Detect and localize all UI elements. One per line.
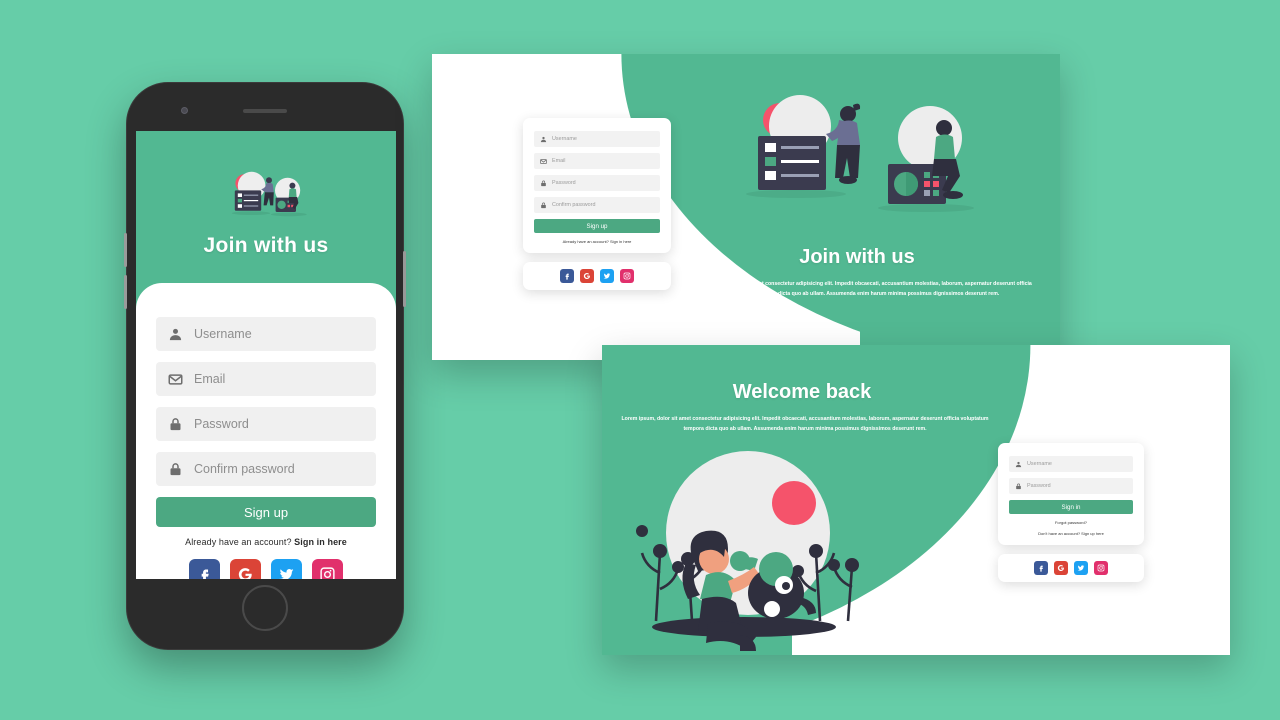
email-field[interactable]: Email: [156, 362, 376, 396]
user-icon: [540, 136, 547, 142]
username-placeholder: Username: [552, 136, 577, 142]
mobile-signup-form: Username Email Password Confirm password…: [136, 283, 396, 579]
desktop-signup-hero: Join with us Lorem ipsum, dolor sit amet…: [660, 54, 1060, 360]
username-field[interactable]: Username: [534, 131, 660, 147]
confirm-password-field[interactable]: Confirm password: [156, 452, 376, 486]
desktop-signin-panel: Welcome back Lorem ipsum, dolor sit amet…: [602, 345, 1230, 655]
social-login-row: [523, 262, 671, 290]
confirm-password-placeholder: Confirm password: [194, 462, 295, 476]
desktop-signup-card: Username Email Password Confirm password…: [523, 118, 671, 253]
username-placeholder: Username: [194, 327, 252, 341]
username-field[interactable]: Username: [1009, 456, 1133, 472]
envelope-icon: [168, 373, 183, 385]
password-placeholder: Password: [194, 417, 249, 431]
email-placeholder: Email: [552, 158, 566, 164]
phone-camera-icon: [181, 107, 188, 114]
envelope-icon: [540, 158, 547, 164]
desktop-signup-panel: Join with us Lorem ipsum, dolor sit amet…: [432, 54, 1060, 360]
lock-icon: [541, 180, 546, 186]
email-placeholder: Email: [194, 372, 226, 386]
desktop-signin-title: Welcome back: [732, 381, 872, 403]
instagram-icon: [623, 272, 631, 280]
signin-link[interactable]: Sign in here: [294, 537, 347, 547]
server-people-illustration: [231, 171, 307, 217]
desktop-signin-description: Lorem ipsum, dolor sit amet consectetur …: [621, 416, 989, 432]
desktop-signup-title: Join with us: [799, 246, 915, 268]
twitter-icon: [279, 569, 294, 579]
instagram-button[interactable]: [620, 269, 634, 283]
instagram-button[interactable]: [312, 559, 343, 579]
phone-mockup: Join with us Username Email Password Con…: [124, 82, 406, 650]
lock-icon: [1016, 483, 1021, 489]
woman-plant-illustration: [636, 451, 859, 651]
screenshot-stage: Join with us Username Email Password Con…: [0, 0, 1280, 720]
email-field[interactable]: Email: [534, 153, 660, 169]
forgot-password-link[interactable]: Forgot password?: [1009, 520, 1133, 525]
phone-power-button[interactable]: [403, 251, 406, 307]
desktop-signin-form-wrap: Username Password Sign in Forgot passwor…: [998, 443, 1144, 582]
mobile-hero: Join with us: [136, 131, 396, 291]
signup-button[interactable]: Sign up: [156, 497, 376, 527]
desktop-signin-card: Username Password Sign in Forgot passwor…: [998, 443, 1144, 545]
facebook-button[interactable]: [189, 559, 220, 579]
google-button[interactable]: [580, 269, 594, 283]
twitter-icon: [603, 273, 611, 279]
signup-button[interactable]: Sign up: [534, 219, 660, 233]
signin-button[interactable]: Sign in: [1009, 500, 1133, 514]
password-field[interactable]: Password: [534, 175, 660, 191]
server-people-illustration: [746, 95, 974, 212]
mobile-hero-title: Join with us: [203, 234, 329, 257]
username-field[interactable]: Username: [156, 317, 376, 351]
facebook-button[interactable]: [1034, 561, 1048, 575]
google-button[interactable]: [1054, 561, 1068, 575]
facebook-button[interactable]: [560, 269, 574, 283]
phone-volume-down-button[interactable]: [124, 275, 127, 309]
facebook-icon: [201, 569, 209, 579]
confirm-password-field[interactable]: Confirm password: [534, 197, 660, 213]
signin-prompt[interactable]: Already have an account? Sign in here: [534, 239, 660, 244]
phone-volume-up-button[interactable]: [124, 233, 127, 267]
google-button[interactable]: [230, 559, 261, 579]
desktop-signup-description: Lorem ipsum, dolor sit amet consectetur …: [694, 281, 1032, 297]
confirm-password-placeholder: Confirm password: [552, 202, 596, 208]
username-placeholder: Username: [1027, 461, 1052, 467]
signin-prompt-text: Already have an account?: [185, 537, 295, 547]
instagram-button[interactable]: [1094, 561, 1108, 575]
google-icon: [1057, 565, 1064, 572]
password-field[interactable]: Password: [1009, 478, 1133, 494]
lock-icon: [170, 462, 181, 475]
phone-screen: Join with us Username Email Password Con…: [136, 131, 396, 579]
lock-icon: [541, 202, 546, 208]
facebook-icon: [1039, 565, 1043, 572]
signup-prompt[interactable]: Don't have an account? Sign up here: [1009, 531, 1133, 536]
password-field[interactable]: Password: [156, 407, 376, 441]
twitter-button[interactable]: [271, 559, 302, 579]
lock-icon: [170, 417, 181, 430]
phone-home-button[interactable]: [242, 585, 288, 631]
phone-speaker-icon: [243, 109, 287, 113]
user-icon: [169, 328, 182, 340]
twitter-icon: [1077, 565, 1085, 571]
password-placeholder: Password: [1027, 483, 1051, 489]
social-login-row: [998, 554, 1144, 582]
twitter-button[interactable]: [1074, 561, 1088, 575]
social-login-row: [156, 559, 376, 579]
password-placeholder: Password: [552, 180, 576, 186]
desktop-signup-form-wrap: Username Email Password Confirm password…: [523, 118, 671, 290]
instagram-icon: [1097, 564, 1105, 572]
google-icon: [583, 273, 590, 280]
instagram-icon: [320, 567, 335, 579]
signin-prompt: Already have an account? Sign in here: [156, 537, 376, 547]
google-icon: [238, 568, 252, 579]
facebook-icon: [565, 273, 569, 280]
twitter-button[interactable]: [600, 269, 614, 283]
user-icon: [1015, 461, 1022, 467]
